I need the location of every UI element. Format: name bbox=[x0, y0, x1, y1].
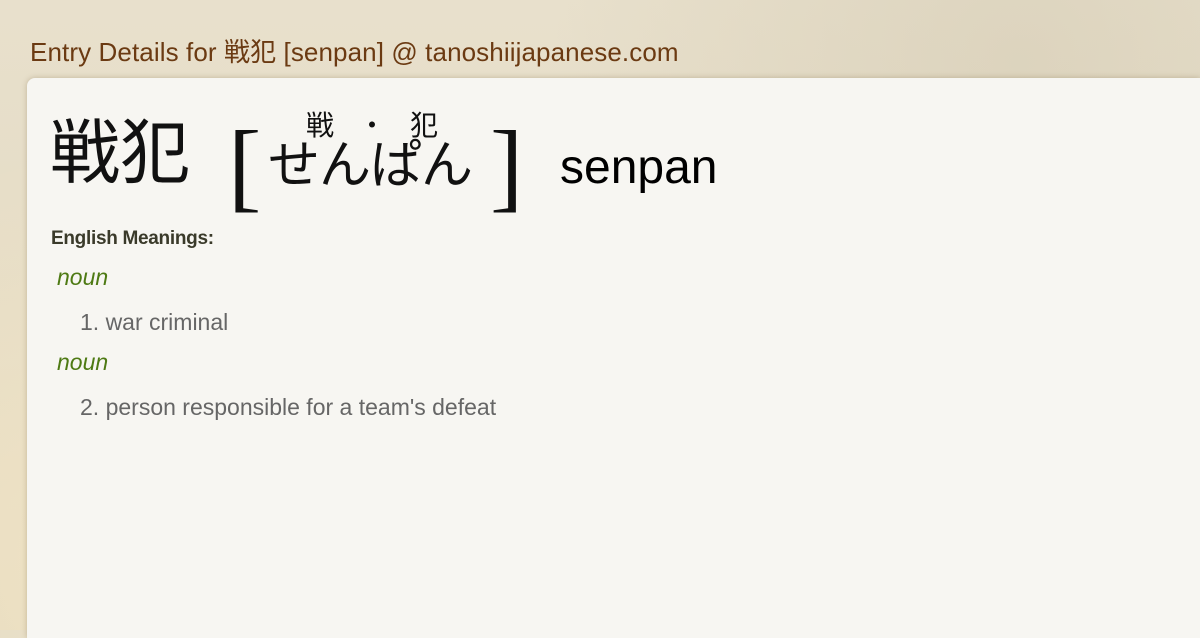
part-of-speech: noun bbox=[57, 349, 109, 375]
page-title: Entry Details for 戦犯 [senpan] @ tanoshii… bbox=[30, 37, 679, 67]
headword-kanji: 戦犯 bbox=[50, 112, 190, 194]
headword-kana: せんぱん bbox=[268, 136, 473, 196]
meaning-item: 2. person responsible for a team's defea… bbox=[80, 394, 497, 420]
headword-romaji: senpan bbox=[560, 141, 718, 194]
meaning-item: 1. war criminal bbox=[80, 309, 229, 335]
reading-bracket-close: ] bbox=[490, 110, 524, 221]
english-meanings-label: English Meanings: bbox=[51, 228, 214, 249]
part-of-speech: noun bbox=[57, 264, 109, 290]
reading-bracket-open: [ bbox=[228, 110, 262, 221]
